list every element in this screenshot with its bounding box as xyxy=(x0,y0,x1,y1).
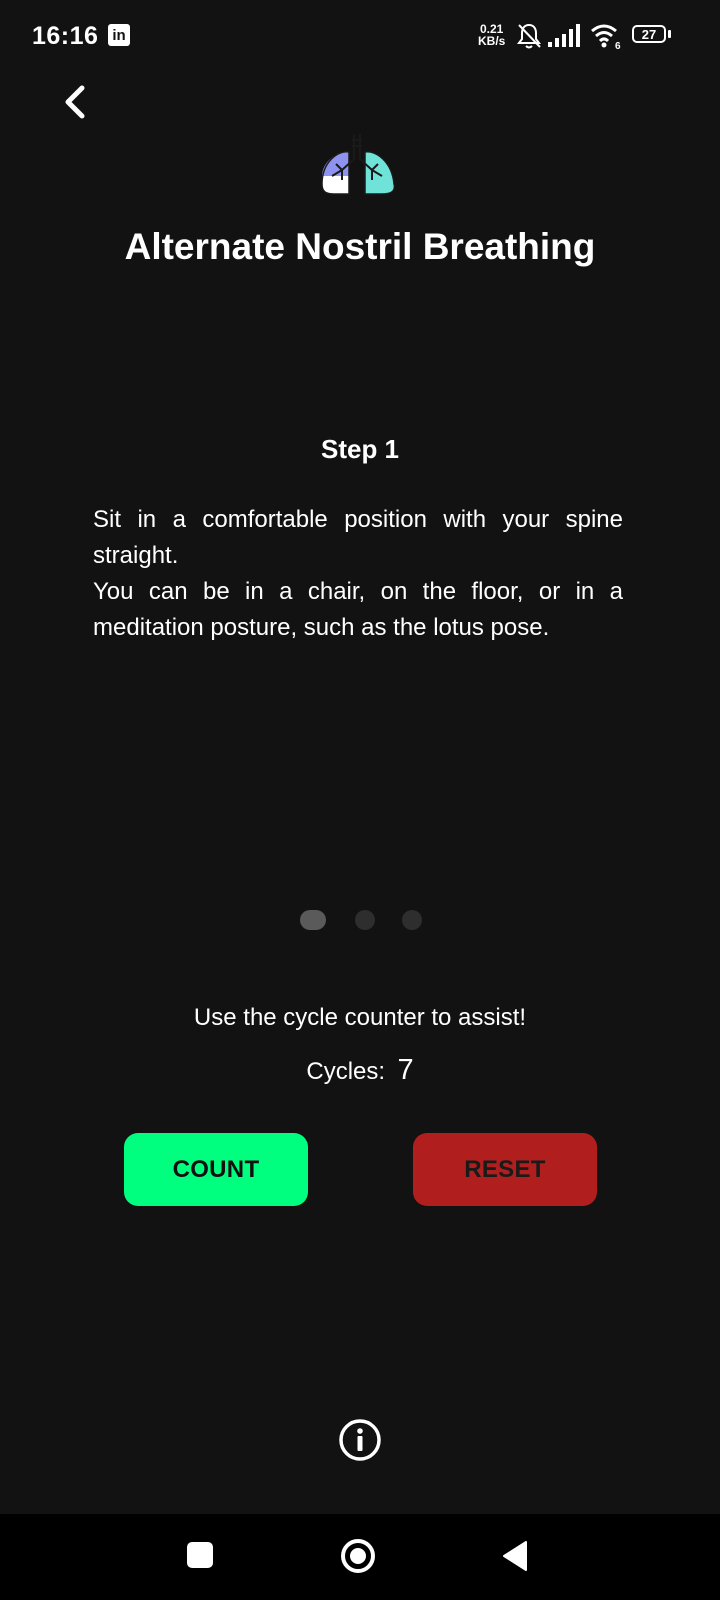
cycles-label: Cycles: xyxy=(306,1058,386,1085)
network-speed-unit: KB/s xyxy=(478,34,506,48)
chevron-left-icon[interactable] xyxy=(56,80,100,124)
reset-button[interactable]: RESET xyxy=(413,1133,597,1206)
system-nav-bar xyxy=(0,1514,720,1600)
status-bar: 16:16 in 0.21 KB/s 6 27 xyxy=(0,0,720,72)
bell-muted-icon xyxy=(517,23,541,49)
info-icon[interactable] xyxy=(338,1418,382,1462)
battery-level: 27 xyxy=(632,25,666,43)
page-indicator[interactable] xyxy=(300,910,430,930)
square-icon[interactable] xyxy=(187,1542,213,1568)
count-button[interactable]: COUNT xyxy=(124,1133,308,1206)
page-title: Alternate Nostril Breathing xyxy=(124,226,596,267)
step-line: You can be in a chair, on the floor, or … xyxy=(93,578,623,641)
linkedin-icon: in xyxy=(108,24,130,46)
counter-hint: Use the cycle counter to assist! xyxy=(193,1004,527,1031)
wifi-icon: 6 xyxy=(591,24,621,50)
battery-tip xyxy=(668,30,671,38)
cycles-counter: Cycles: 7 xyxy=(0,1054,720,1087)
step-description: Sit in a comfortable position with your … xyxy=(93,502,623,646)
wifi-badge: 6 xyxy=(615,41,621,50)
page-dot[interactable] xyxy=(402,910,422,930)
status-time: 16:16 xyxy=(32,22,99,50)
cycles-value: 7 xyxy=(397,1054,414,1086)
network-speed: 0.21 KB/s xyxy=(478,23,505,47)
lungs-icon xyxy=(321,134,396,195)
step-line: Sit in a comfortable position with your … xyxy=(93,506,623,569)
step-title: Step 1 xyxy=(320,434,400,464)
signal-icon xyxy=(548,24,580,47)
page-dot-active[interactable] xyxy=(300,910,326,930)
battery-icon: 27 xyxy=(632,25,672,45)
circle-icon[interactable] xyxy=(340,1538,376,1574)
triangle-back-icon[interactable] xyxy=(502,1540,528,1572)
page-dot[interactable] xyxy=(355,910,375,930)
